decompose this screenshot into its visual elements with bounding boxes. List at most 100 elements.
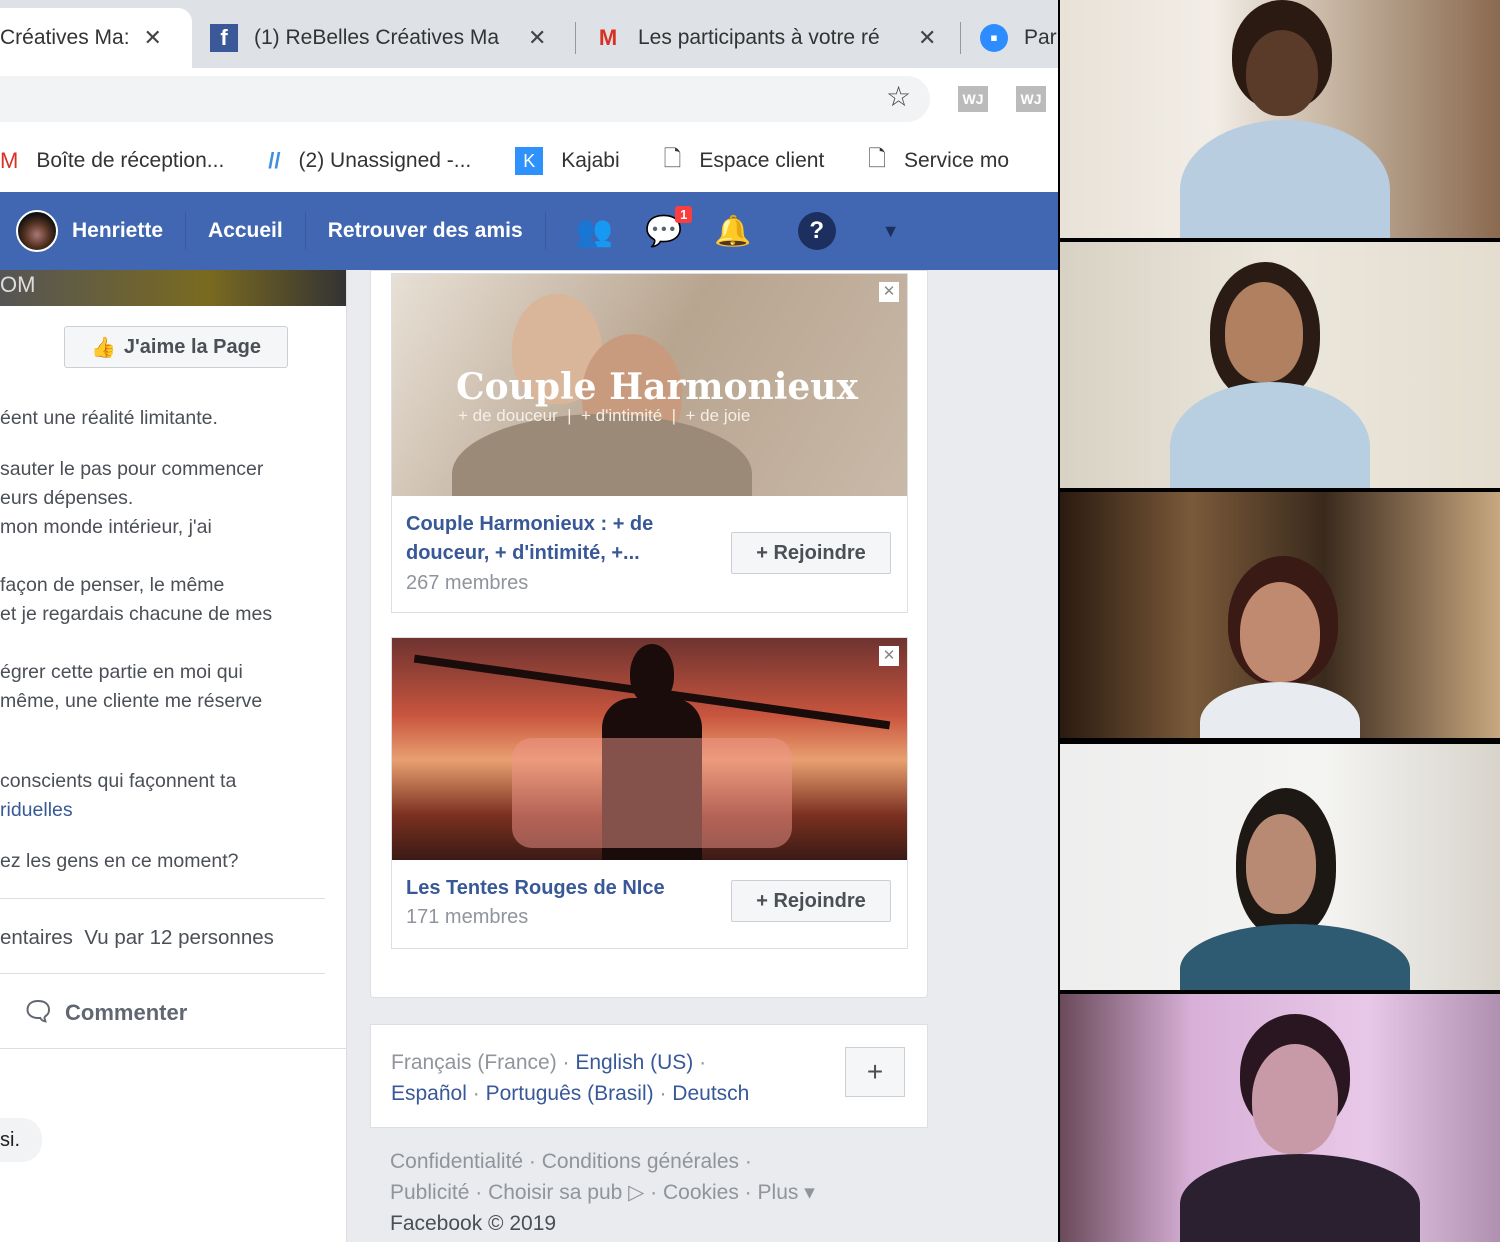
- extension-icon[interactable]: WJ: [1016, 86, 1046, 112]
- image-subtitle: + de douceur | + d'intimité | + de joie: [458, 406, 751, 425]
- footer-link[interactable]: Choisir sa pub: [488, 1181, 622, 1204]
- bookmark-unassigned[interactable]: // (2) Unassigned -...: [268, 148, 471, 174]
- tab-gmail[interactable]: M Les participants à votre ré ✕: [594, 8, 944, 68]
- comment-icon: 🗨: [22, 996, 56, 1026]
- bookmark-label: (2) Unassigned -...: [298, 149, 472, 172]
- tab-zoom[interactable]: ▪ Par: [980, 8, 1058, 68]
- language-selector: Français (France) · English (US) · Españ…: [370, 1024, 928, 1128]
- post-text: eurs dépenses.: [0, 487, 134, 509]
- tab-active[interactable]: Créatives Ma: ✕: [0, 8, 192, 68]
- help-icon[interactable]: ?: [797, 212, 836, 250]
- comment-button[interactable]: 🗨 Commenter: [22, 996, 187, 1027]
- post-text: égrer cette partie en moi qui: [0, 661, 243, 683]
- title-line: Couple Harmonieux : + de: [406, 513, 654, 535]
- bookmark-label: Boîte de réception...: [36, 149, 225, 172]
- post-link[interactable]: riduelles: [0, 799, 73, 822]
- suggested-groups: Couple Harmonieux + de douceur | + d'int…: [370, 270, 928, 998]
- page-icon: 🗋: [868, 146, 886, 171]
- tab-title: (1) ReBelles Créatives Ma: [254, 26, 500, 49]
- participant-video[interactable]: [1060, 0, 1500, 238]
- gmail-icon: M: [598, 25, 618, 50]
- bookmark-service[interactable]: 🗋 Service mo: [868, 142, 1009, 180]
- participant-video[interactable]: [1060, 492, 1500, 738]
- close-icon[interactable]: ✕: [879, 282, 899, 302]
- nav-home[interactable]: Accueil: [186, 212, 306, 250]
- thumbs-up-icon: 👍: [91, 336, 116, 359]
- close-icon[interactable]: ✕: [528, 25, 546, 51]
- button-label: Commenter: [65, 1000, 188, 1025]
- copyright: Facebook © 2019: [390, 1212, 557, 1235]
- post-text: façon de penser, le même: [0, 574, 225, 596]
- address-bar[interactable]: [0, 76, 930, 122]
- bookmark-kajabi[interactable]: K Kajabi: [515, 147, 620, 175]
- star-icon[interactable]: ☆: [886, 80, 911, 113]
- slashes-icon: //: [268, 148, 281, 173]
- post-text: même, une cliente me réserve: [0, 690, 263, 712]
- footer-link[interactable]: Cookies: [663, 1181, 739, 1204]
- friends-icon[interactable]: 👥: [576, 214, 613, 249]
- tab-title: Par: [1024, 26, 1057, 49]
- participant-video[interactable]: [1060, 994, 1500, 1242]
- bookmark-gmail[interactable]: M Boîte de réception...: [0, 148, 224, 174]
- group-title[interactable]: Les Tentes Rouges de NIce: [406, 874, 665, 903]
- post-text: et je regardais chacune de mes: [0, 603, 273, 625]
- close-icon[interactable]: ✕: [918, 25, 936, 51]
- tab-bar: Créatives Ma: ✕ f (1) ReBelles Créatives M…: [0, 0, 1058, 68]
- group-card: ✕ Les Tentes Rouges de NIce 171 membres …: [391, 637, 908, 949]
- page-icon: 🗋: [663, 146, 682, 171]
- like-page-button[interactable]: 👍 J'aime la Page: [64, 326, 288, 368]
- group-image[interactable]: Couple Harmonieux + de douceur | + d'int…: [392, 274, 907, 496]
- tab-title: Les participants à votre ré: [638, 26, 880, 49]
- notification-badge: 1: [675, 205, 693, 223]
- bookmark-espace-client[interactable]: 🗋 Espace client: [664, 142, 825, 180]
- participant-video[interactable]: [1060, 744, 1500, 990]
- adchoices-icon: ▷: [628, 1181, 645, 1204]
- footer-link[interactable]: Publicité: [390, 1181, 469, 1204]
- group-members: 171 membres: [406, 906, 529, 928]
- comment-bubble: si.: [0, 1118, 42, 1162]
- current-language: Français (France): [391, 1051, 557, 1074]
- facebook-icon: f: [210, 24, 238, 52]
- footer-link[interactable]: Plus: [758, 1181, 799, 1204]
- button-label: J'aime la Page: [123, 335, 261, 358]
- image-title: Couple Harmonieux: [456, 366, 858, 408]
- bell-icon[interactable]: 🔔: [714, 214, 751, 249]
- tab-facebook[interactable]: f (1) ReBelles Créatives Ma ✕: [210, 8, 560, 68]
- title-line: douceur, + d'intimité, +...: [406, 542, 640, 564]
- join-button[interactable]: + Rejoindre: [731, 880, 891, 922]
- extension-icon[interactable]: WJ: [958, 86, 988, 112]
- post-text: conscients qui façonnent ta: [0, 770, 237, 792]
- close-icon[interactable]: ✕: [144, 25, 162, 51]
- chevron-down-icon[interactable]: ▼: [882, 221, 900, 242]
- nav-profile[interactable]: Henriette: [0, 210, 187, 252]
- avatar: [16, 210, 58, 252]
- nav-label: Accueil: [208, 219, 283, 242]
- kajabi-icon: K: [515, 147, 544, 175]
- post-stats[interactable]: entaires Vu par 12 personnes: [0, 926, 274, 950]
- gmail-icon: M: [0, 148, 19, 173]
- bookmark-label: Espace client: [699, 149, 825, 172]
- language-link[interactable]: Português (Brasil): [486, 1082, 654, 1105]
- nav-find-friends[interactable]: Retrouver des amis: [306, 212, 546, 250]
- bookmark-label: Kajabi: [561, 149, 620, 172]
- group-title[interactable]: Couple Harmonieux : + de douceur, + d'int…: [406, 510, 653, 568]
- page-cover: OM: [0, 270, 346, 306]
- post-text: mon monde intérieur, j'ai: [0, 516, 212, 538]
- close-icon[interactable]: ✕: [879, 646, 899, 666]
- group-image[interactable]: ✕: [392, 638, 907, 860]
- nav-label: Retrouver des amis: [327, 219, 523, 242]
- language-link[interactable]: English (US): [575, 1051, 693, 1074]
- page-post-column: OM 👍 J'aime la Page éent une réalité limi…: [0, 270, 347, 1242]
- language-link[interactable]: Deutsch: [672, 1082, 749, 1105]
- join-button[interactable]: + Rejoindre: [731, 532, 891, 574]
- participant-video[interactable]: [1060, 242, 1500, 488]
- footer-link[interactable]: Confidentialité: [390, 1150, 523, 1173]
- group-members: 267 membres: [406, 572, 529, 594]
- footer-link[interactable]: Conditions générales: [542, 1150, 739, 1173]
- footer: Confidentialité · Conditions générales ·…: [390, 1146, 815, 1239]
- messenger-icon[interactable]: 💬 1: [645, 205, 693, 249]
- add-language-button[interactable]: +: [845, 1047, 905, 1097]
- video-gallery: [1058, 0, 1500, 1242]
- language-link[interactable]: Español: [391, 1082, 467, 1105]
- bookmark-label: Service mo: [903, 149, 1010, 172]
